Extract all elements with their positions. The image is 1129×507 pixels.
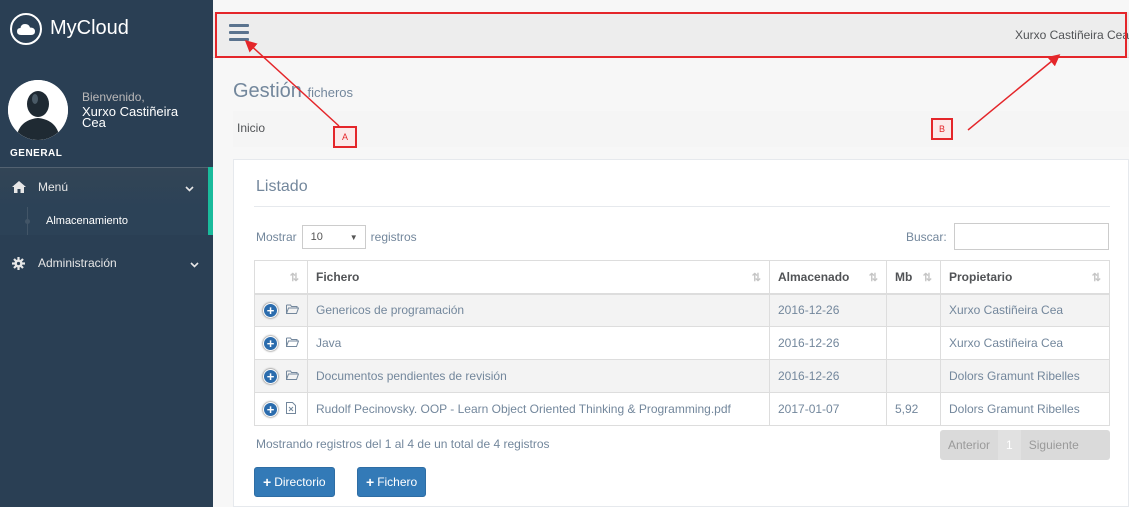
sidebar-item-administracion[interactable]: Administración	[0, 243, 213, 283]
column-header-mb[interactable]: Mb ⇅	[886, 260, 941, 295]
plus-icon: +	[263, 474, 272, 490]
file-owner: Xurxo Castiñeira Cea	[940, 326, 1110, 360]
folder-icon	[286, 336, 300, 350]
avatar[interactable]	[8, 80, 68, 140]
expand-row-icon[interactable]: +	[263, 302, 278, 318]
page-length-value: 10	[310, 231, 323, 243]
table-row[interactable]: + Java 2016-12-26 Xurxo Castiñeira Cea	[254, 326, 1110, 360]
sidebar-item-label: Menú	[38, 180, 69, 194]
table-row[interactable]: + Documentos pendientes de revisión 2016…	[254, 359, 1110, 393]
column-label: Mb	[895, 269, 913, 284]
page-number[interactable]: 1	[998, 430, 1021, 460]
next-page-button[interactable]: Siguiente	[1021, 438, 1087, 452]
page-title-main: Gestión	[233, 80, 302, 102]
profile-name: Xurxo Castiñeira Cea	[82, 104, 179, 130]
column-label: Propietario	[949, 269, 1013, 284]
sort-icon: ⇅	[922, 272, 932, 284]
sort-icon: ⇅	[751, 272, 761, 284]
breadcrumb: Inicio	[233, 111, 1129, 147]
expand-row-icon[interactable]: +	[263, 335, 278, 351]
folder-icon	[286, 369, 300, 383]
top-navbar: Xurxo Castiñeira Cea	[213, 12, 1129, 58]
sidebar-item-almacenamiento[interactable]: Almacenamiento	[0, 207, 208, 235]
file-icon	[286, 401, 296, 417]
chevron-down-icon	[190, 257, 199, 271]
expand-row-icon[interactable]: +	[263, 401, 278, 417]
page-length-control: Mostrar 10 ▼ registros	[256, 225, 417, 249]
brand[interactable]: MyCloud	[0, 0, 213, 57]
brand-title: MyCloud	[50, 17, 129, 39]
top-user-menu[interactable]: Xurxo Castiñeira Cea	[1015, 28, 1129, 42]
sidebar-item-label: Administración	[38, 256, 117, 270]
column-header-propietario[interactable]: Propietario ⇅	[940, 260, 1110, 295]
file-owner: Dolors Gramunt Ribelles	[940, 392, 1110, 426]
sort-icon: ⇅	[868, 272, 878, 284]
add-directory-button[interactable]: + Directorio	[254, 467, 335, 497]
plus-icon: +	[366, 474, 375, 490]
sidebar-menu: Menú Almacenamiento Administración	[0, 167, 213, 283]
cloud-icon	[10, 12, 42, 45]
page-length-select[interactable]: 10 ▼	[301, 225, 366, 249]
show-label: Mostrar	[256, 230, 297, 244]
annotation-label-a: A	[333, 126, 357, 148]
file-name: Genericos de programación	[307, 293, 770, 327]
column-label: Almacenado	[778, 269, 850, 284]
page-title: Gestión ficheros	[233, 80, 353, 103]
submenu: Almacenamiento	[0, 207, 213, 235]
file-name: Java	[307, 326, 770, 360]
column-label: Fichero	[316, 269, 360, 284]
file-name: Documentos pendientes de revisión	[307, 359, 770, 393]
search-input[interactable]	[954, 223, 1109, 250]
page-subtitle: ficheros	[307, 85, 354, 100]
file-date: 2016-12-26	[769, 326, 887, 360]
folder-icon	[286, 303, 300, 317]
pagination: Anterior 1 Siguiente	[940, 430, 1110, 460]
file-date: 2016-12-26	[769, 293, 887, 327]
user-silhouette-icon	[8, 80, 68, 140]
button-label: Fichero	[377, 475, 418, 489]
file-owner: Dolors Gramunt Ribelles	[940, 359, 1110, 393]
expand-row-icon[interactable]: +	[263, 368, 278, 384]
chevron-down-icon	[185, 181, 194, 195]
column-header-fichero[interactable]: Fichero ⇅	[307, 260, 770, 295]
listing-panel: Listado Mostrar 10 ▼ registros Buscar: ⇅…	[233, 159, 1129, 507]
annotation-label-b: B	[931, 118, 953, 140]
caret-down-icon: ▼	[349, 233, 358, 242]
home-icon	[12, 181, 30, 193]
column-header-control[interactable]: ⇅	[254, 260, 308, 295]
sidebar: MyCloud Bienvenido, Xurxo Castiñeira Cea…	[0, 0, 213, 507]
prev-page-button[interactable]: Anterior	[940, 438, 998, 452]
show-suffix: registros	[370, 230, 417, 244]
file-size: 5,92	[886, 392, 941, 426]
sort-icon: ⇅	[289, 272, 299, 284]
file-size	[886, 293, 941, 327]
column-header-almacenado[interactable]: Almacenado ⇅	[769, 260, 887, 295]
file-date: 2017-01-07	[769, 392, 887, 426]
sidebar-item-menu[interactable]: Menú	[0, 167, 213, 207]
table-row[interactable]: + Rudolf Pecinovsky. OOP - Learn Object …	[254, 392, 1110, 426]
panel-title: Listado	[256, 178, 308, 195]
file-size	[886, 359, 941, 393]
sort-icon: ⇅	[1091, 272, 1101, 284]
search-label: Buscar:	[906, 230, 947, 244]
add-file-button[interactable]: + Fichero	[357, 467, 427, 497]
file-date: 2016-12-26	[769, 359, 887, 393]
file-owner: Xurxo Castiñeira Cea	[940, 293, 1110, 327]
file-size	[886, 326, 941, 360]
breadcrumb-home[interactable]: Inicio	[237, 121, 265, 135]
section-label: GENERAL	[10, 148, 63, 159]
table-row[interactable]: + Genericos de programación 2016-12-26 X…	[254, 293, 1110, 327]
profile: Bienvenido, Xurxo Castiñeira Cea GENERAL	[0, 57, 213, 167]
files-table: ⇅ Fichero ⇅ Almacenado ⇅ Mb ⇅ Propietario ⇅ …	[254, 260, 1110, 426]
menu-toggle-icon[interactable]	[229, 24, 249, 45]
file-name: Rudolf Pecinovsky. OOP - Learn Object Or…	[307, 392, 770, 426]
table-info: Mostrando registros del 1 al 4 de un tot…	[256, 437, 550, 451]
button-label: Directorio	[274, 475, 326, 489]
welcome-text: Bienvenido,	[82, 90, 145, 104]
gear-icon	[12, 256, 30, 270]
divider	[254, 206, 1110, 207]
